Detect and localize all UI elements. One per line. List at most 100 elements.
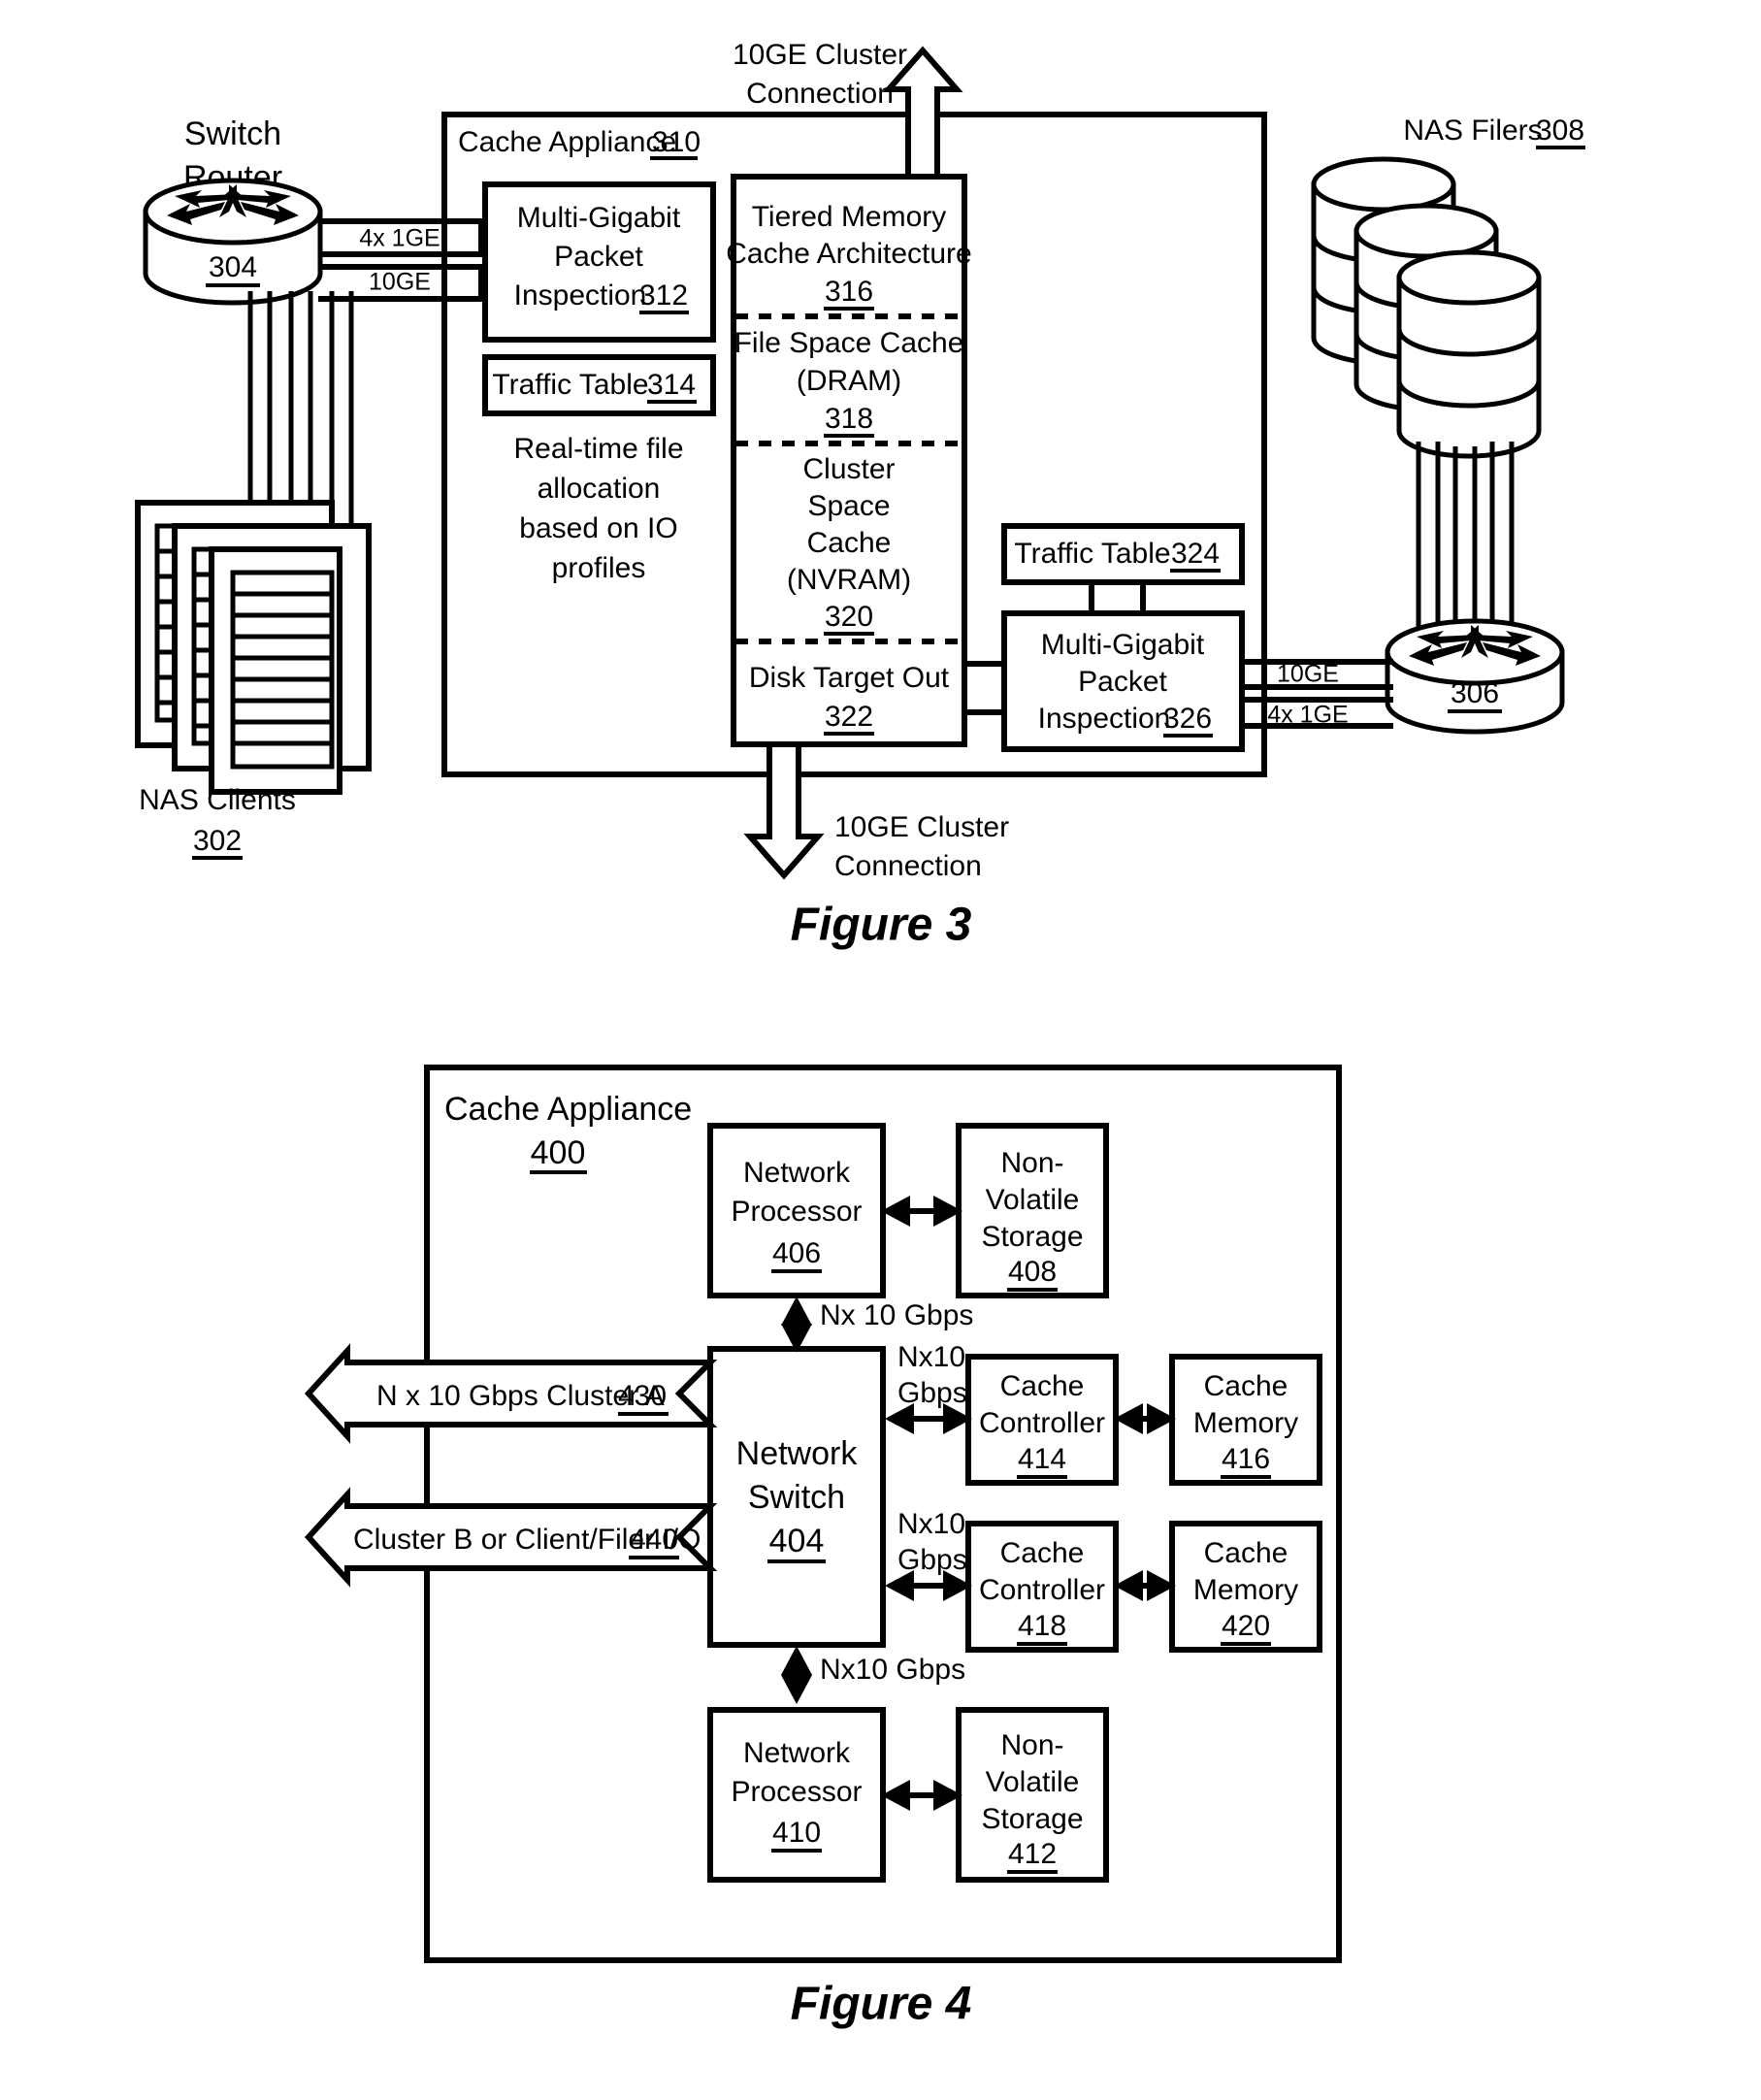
fig3-bottom-connection-line1: 10GE Cluster bbox=[834, 811, 1009, 843]
fig4-switch-ref: 404 bbox=[769, 1523, 825, 1559]
fig3-nas-clients-ref: 302 bbox=[193, 825, 242, 857]
fig4-cm416-line1: Cache bbox=[1204, 1370, 1288, 1402]
figure-3-group: 10GE Cluster Connection Switch Router NA… bbox=[135, 39, 1585, 951]
fig3-stack-320-line3: Cache bbox=[807, 527, 892, 559]
fig3-traffic-table-314: Traffic Table 314 bbox=[482, 354, 716, 416]
fig3-nas-clients-label: NAS Clients bbox=[139, 784, 296, 816]
fig3-cache-stack: Tiered Memory Cache Architecture 316 Fil… bbox=[726, 174, 972, 747]
fig4-link-cc-top-line1: Nx10 bbox=[897, 1341, 965, 1373]
fig4-cluster-a-ref: 430 bbox=[618, 1380, 667, 1412]
fig4-nvs408-line3: Storage bbox=[981, 1221, 1083, 1253]
fig4-cc414-line2: Controller bbox=[979, 1407, 1105, 1439]
fig3-mgpi-312-line3: Inspection bbox=[514, 279, 647, 312]
fig3-stack-316-line1: Tiered Memory bbox=[752, 201, 947, 233]
fig4-nvs408-line1: Non- bbox=[1000, 1147, 1063, 1179]
fig3-switch-router-line1: Switch bbox=[184, 115, 281, 152]
fig3-nas-clients-icon bbox=[135, 291, 372, 795]
fig4-cm416-ref: 416 bbox=[1222, 1443, 1270, 1475]
fig4-nvs-408: Non- Volatile Storage 408 bbox=[956, 1123, 1109, 1298]
fig4-cache-controller-414: Cache Controller 414 bbox=[965, 1354, 1119, 1486]
fig4-cm420-line1: Cache bbox=[1204, 1537, 1288, 1569]
fig3-top-connection-line1: 10GE Cluster bbox=[733, 39, 907, 71]
fig4-arrow-410-412 bbox=[881, 1780, 962, 1811]
fig4-cc414-ref: 414 bbox=[1018, 1443, 1066, 1475]
fig3-right-link-lower-label: 4x 1GE bbox=[1267, 702, 1348, 729]
fig3-right-link-upper-label: 10GE bbox=[1277, 661, 1339, 688]
fig4-nvs412-ref: 412 bbox=[1008, 1838, 1057, 1870]
fig3-stack-318-ref: 318 bbox=[825, 403, 873, 435]
fig3-note-line4: profiles bbox=[552, 552, 646, 584]
fig3-switch-306-ref: 306 bbox=[1451, 677, 1499, 709]
fig4-cc418-ref: 418 bbox=[1018, 1610, 1066, 1642]
fig3-mgpi-312-line2: Packet bbox=[554, 241, 643, 273]
fig3-nas-filers-ref: 308 bbox=[1536, 115, 1584, 147]
fig4-np406-line1: Network bbox=[743, 1157, 851, 1189]
fig3-stack-318-line2: (DRAM) bbox=[797, 365, 901, 397]
fig4-nvs-412: Non- Volatile Storage 412 bbox=[956, 1707, 1109, 1883]
fig3-bottom-connection-line2: Connection bbox=[834, 850, 982, 882]
fig3-stack-316-ref: 316 bbox=[825, 276, 873, 308]
fig4-cluster-a-arrow: N x 10 Gbps Cluster A 430 bbox=[304, 1343, 718, 1444]
fig3-mgpi-312: Multi-Gigabit Packet Inspection 312 bbox=[482, 181, 716, 343]
fig4-np406-line2: Processor bbox=[731, 1196, 862, 1228]
fig3-realtime-note: Real-time file allocation based on IO pr… bbox=[513, 433, 683, 584]
fig4-cc414-line1: Cache bbox=[1000, 1370, 1085, 1402]
patent-figure-page: 10GE Cluster Connection Switch Router NA… bbox=[0, 0, 1761, 2100]
figure-4-caption: Figure 4 bbox=[791, 1979, 972, 2030]
fig4-nvs412-line3: Storage bbox=[981, 1803, 1083, 1835]
fig4-cache-appliance-label: Cache Appliance bbox=[444, 1091, 692, 1128]
fig3-switch-router-304-icon: 304 bbox=[143, 178, 323, 306]
figure-canvas: 10GE Cluster Connection Switch Router NA… bbox=[135, 39, 1585, 2030]
fig3-traffic-table-314-ref: 314 bbox=[647, 369, 696, 401]
fig4-cluster-b-arrow: Cluster B or Client/Filer I/O 440 bbox=[304, 1487, 718, 1588]
fig4-cm416-line2: Memory bbox=[1193, 1407, 1298, 1439]
fig4-link-np-bottom-label: Nx10 Gbps bbox=[820, 1654, 965, 1686]
fig4-cluster-b-ref: 440 bbox=[630, 1524, 678, 1556]
fig3-traffic-table-324: Traffic Table 324 bbox=[1001, 523, 1245, 615]
fig4-network-switch-404: Network Switch 404 bbox=[707, 1346, 886, 1648]
fig3-mgpi-326: Multi-Gigabit Packet Inspection 326 bbox=[1001, 610, 1245, 752]
fig3-left-link-upper-label: 4x 1GE bbox=[359, 225, 440, 252]
fig4-np410-ref: 410 bbox=[772, 1817, 821, 1849]
fig4-link-cc-bottom-line1: Nx10 bbox=[897, 1508, 965, 1540]
fig3-stack-318-line1: File Space Cache bbox=[734, 327, 964, 359]
fig3-cache-appliance-ref: 310 bbox=[652, 126, 701, 158]
fig3-nas-filers-icon bbox=[1311, 156, 1542, 642]
fig3-top-connection-line2: Connection bbox=[746, 78, 894, 110]
fig4-cache-memory-420: Cache Memory 420 bbox=[1169, 1521, 1322, 1653]
fig3-mgpi-326-line1: Multi-Gigabit bbox=[1041, 629, 1205, 661]
fig3-traffic-table-324-ref: 324 bbox=[1171, 538, 1220, 570]
fig4-arrow-404-410 bbox=[781, 1646, 812, 1704]
fig3-note-line2: allocation bbox=[538, 473, 661, 505]
fig4-switch-line2: Switch bbox=[748, 1479, 845, 1516]
fig4-network-processor-410: Network Processor 410 bbox=[707, 1707, 886, 1883]
fig3-mgpi-326-line2: Packet bbox=[1078, 666, 1167, 698]
fig4-np410-line2: Processor bbox=[731, 1776, 862, 1808]
fig4-link-cc-bottom-line2: Gbps bbox=[897, 1544, 967, 1576]
fig3-bottom-cluster-arrow-down bbox=[743, 741, 825, 880]
fig4-nvs412-line1: Non- bbox=[1000, 1729, 1063, 1761]
fig3-traffic-table-324-label: Traffic Table bbox=[1014, 538, 1170, 570]
fig3-mgpi-326-line3: Inspection bbox=[1038, 703, 1171, 735]
fig3-nas-filers-label: NAS Filers bbox=[1403, 115, 1542, 147]
fig3-switch-router-ref: 304 bbox=[209, 251, 257, 283]
fig3-stack-320-line1: Cluster bbox=[802, 453, 895, 485]
fig4-arrow-406-404 bbox=[781, 1296, 812, 1353]
fig3-switch-306-icon: 306 bbox=[1385, 618, 1565, 735]
fig3-stack-316-line2: Cache Architecture bbox=[726, 238, 971, 270]
fig3-mgpi-312-ref: 312 bbox=[639, 279, 688, 312]
fig3-traffic-table-314-label: Traffic Table bbox=[492, 369, 648, 401]
fig4-cc418-line2: Controller bbox=[979, 1574, 1105, 1606]
fig4-cc418-line1: Cache bbox=[1000, 1537, 1085, 1569]
fig3-filer-front bbox=[1396, 249, 1542, 459]
fig4-link-cc-top-line2: Gbps bbox=[897, 1377, 967, 1409]
fig3-stack-320-ref: 320 bbox=[825, 601, 873, 633]
fig3-stack-320-line2: Space bbox=[807, 490, 890, 522]
fig3-cache-appliance-label: Cache Appliance bbox=[458, 126, 676, 158]
fig3-mgpi-312-line1: Multi-Gigabit bbox=[517, 202, 681, 234]
fig3-stack-322-line1: Disk Target Out bbox=[749, 662, 950, 694]
fig3-left-links: 4x 1GE 10GE bbox=[318, 218, 485, 302]
fig3-note-line1: Real-time file bbox=[513, 433, 683, 465]
figure-3-caption: Figure 3 bbox=[791, 900, 972, 951]
fig4-nvs412-line2: Volatile bbox=[986, 1766, 1080, 1798]
